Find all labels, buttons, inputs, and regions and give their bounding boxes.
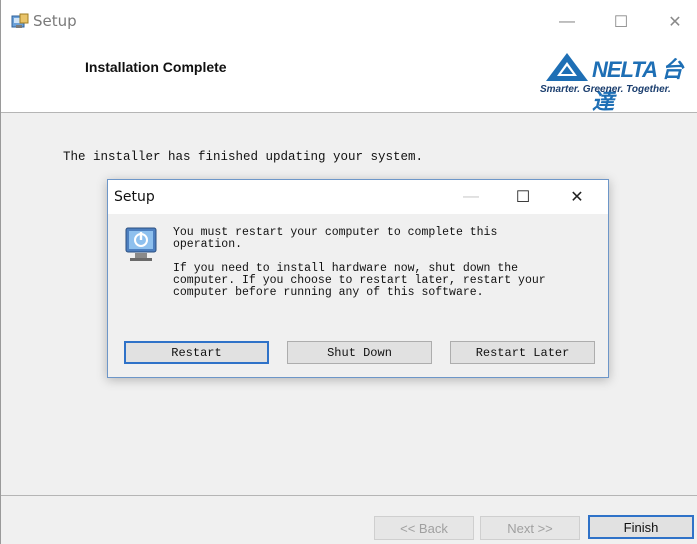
finish-button[interactable]: Finish	[588, 515, 694, 539]
dialog-message-line-2: operation.	[173, 238, 243, 251]
status-message: The installer has finished updating your…	[63, 150, 424, 164]
dialog-maximize-button[interactable]: ☐	[500, 181, 546, 213]
dialog-message: You must restart your computer to comple…	[173, 227, 593, 311]
dialog-title: Setup	[114, 189, 155, 205]
back-button[interactable]: << Back	[374, 516, 474, 540]
delta-triangle-icon	[546, 53, 588, 81]
close-button[interactable]: ✕	[653, 6, 697, 38]
shut-down-button[interactable]: Shut Down	[287, 341, 432, 364]
dialog-message-line-5: computer before running any of this soft…	[173, 286, 484, 299]
next-button[interactable]: Next >>	[480, 516, 580, 540]
minimize-button[interactable]: —	[545, 6, 589, 38]
power-icon	[125, 227, 157, 261]
dialog-close-button[interactable]: ✕	[554, 181, 600, 213]
setup-icon	[11, 13, 29, 28]
restart-button[interactable]: Restart	[124, 341, 269, 364]
restart-later-button[interactable]: Restart Later	[450, 341, 595, 364]
dialog-title-bar: Setup — ☐ ✕	[108, 180, 608, 214]
restart-dialog: Setup — ☐ ✕ You must restart your comput…	[107, 179, 609, 378]
window-title: Setup	[33, 12, 77, 30]
maximize-button[interactable]: ☐	[599, 6, 643, 38]
dialog-minimize-button[interactable]: —	[448, 181, 494, 213]
page-title: Installation Complete	[85, 59, 227, 75]
title-bar: Setup — ☐ ✕	[1, 0, 697, 46]
logo-tagline: Smarter. Greener. Together.	[540, 84, 671, 95]
delta-logo: NELTA 台達 Smarter. Greener. Together.	[539, 44, 697, 114]
